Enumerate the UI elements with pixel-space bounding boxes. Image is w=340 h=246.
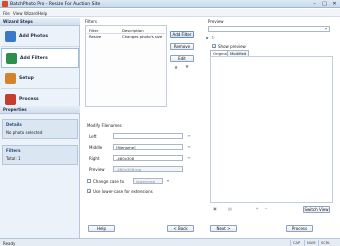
right-input[interactable]: -480x308 <box>113 155 183 161</box>
chevron-down-icon[interactable]: ▾ <box>324 26 328 31</box>
left-label: Left <box>89 134 97 139</box>
preview-image-area[interactable] <box>210 56 333 203</box>
modify-filenames-label: Modify Filenames <box>87 123 122 128</box>
middle-input[interactable]: [filename] <box>113 144 183 150</box>
status-text: Ready <box>3 240 16 246</box>
next-button[interactable]: Next > <box>210 225 237 232</box>
preview-path-input[interactable] <box>208 26 330 32</box>
menu-help[interactable]: Help <box>38 11 47 16</box>
refresh-icon[interactable]: ↻ <box>211 36 215 40</box>
right-label: Right <box>89 156 100 161</box>
change-case-label: Change case to <box>93 179 125 184</box>
row-filter-name[interactable]: Resize <box>89 34 101 39</box>
setup-icon <box>5 73 16 84</box>
preview-label: Preview <box>208 19 224 24</box>
remove-filter-button[interactable]: Remove <box>170 43 194 50</box>
process-icon <box>5 94 16 105</box>
step-label: Add Photos <box>19 34 49 39</box>
step-add-filters[interactable]: Add Filters <box>1 48 79 68</box>
middle-label: Middle <box>89 145 103 150</box>
change-case-select[interactable]: lowercase <box>133 178 163 184</box>
show-preview-checkbox[interactable]: ✓ <box>212 44 216 49</box>
view-options-icon[interactable]: ▪ <box>205 36 209 40</box>
filters-total: Total: 1 <box>6 156 21 161</box>
show-preview-label: Show preview <box>218 44 246 49</box>
status-bar: Ready CAP NUM SCRL <box>0 238 340 246</box>
preview-filename-label: Preview <box>89 167 105 172</box>
app-logo-icon <box>2 1 8 7</box>
status-caps: CAP <box>290 240 302 246</box>
step-setup[interactable]: Setup <box>1 69 79 89</box>
status-num: NUM <box>304 240 317 246</box>
chevron-down-icon[interactable]: ▾ <box>166 179 170 183</box>
back-button[interactable]: < Back <box>167 225 194 232</box>
status-scroll: SCRL <box>318 240 332 246</box>
filters-label: Filters <box>85 19 97 24</box>
menu-view[interactable]: View <box>13 11 23 16</box>
close-button[interactable]: ✕ <box>330 1 339 7</box>
menu-wizard[interactable]: Wizard <box>24 11 38 16</box>
insert-tag-icon[interactable]: ≡ <box>187 156 191 160</box>
change-case-checkbox[interactable] <box>87 179 91 183</box>
lower-case-ext-label: Use lower-case for extensions <box>93 189 153 194</box>
fit-icon[interactable]: ▣ <box>213 207 217 211</box>
wizard-steps-header: Wizard Steps <box>0 18 80 26</box>
step-label: Setup <box>19 76 34 81</box>
maximize-button[interactable]: □ <box>320 1 329 7</box>
insert-tag-icon[interactable]: ≡ <box>187 134 191 138</box>
filters-box: Filters Total: 1 <box>2 145 78 165</box>
help-button[interactable]: Help <box>88 225 115 232</box>
edit-filter-button[interactable]: Edit <box>170 55 194 62</box>
step-add-photos[interactable]: Add Photos <box>1 27 79 47</box>
switch-view-button[interactable]: Switch View <box>303 206 330 213</box>
wizard-sidebar: Wizard Steps Add Photos Add Filters Setu… <box>0 18 80 238</box>
insert-tag-icon[interactable]: ≡ <box>187 145 191 149</box>
step-label: Process <box>19 97 39 102</box>
menu-file[interactable]: File <box>3 11 10 16</box>
row-filter-description[interactable]: Changes photo's size <box>122 34 162 39</box>
minimize-button[interactable]: – <box>310 1 319 7</box>
add-filter-button[interactable]: Add Filter <box>170 31 194 38</box>
move-up-icon[interactable]: ▲ <box>174 65 178 69</box>
lower-case-ext-checkbox[interactable]: ✓ <box>87 189 91 194</box>
add-filters-icon <box>6 53 17 64</box>
title-bar: BatchPhoto Pro - Resize For Auction Site… <box>0 0 340 8</box>
move-down-icon[interactable]: ▼ <box>185 65 189 69</box>
add-photos-icon <box>5 31 16 42</box>
zoom-in-icon[interactable]: + <box>255 207 259 211</box>
details-value: No photo selected <box>6 130 43 135</box>
filters-title[interactable]: Filters <box>3 146 77 155</box>
process-button[interactable]: Process <box>286 225 313 232</box>
details-box: Details No photo selected <box>2 119 78 139</box>
menu-bar: File View Wizard Help <box>0 9 340 17</box>
actual-size-icon[interactable]: ▤ <box>228 207 232 211</box>
preview-filename-field: -480x308.jpg <box>113 166 183 172</box>
zoom-out-icon[interactable]: − <box>264 207 268 211</box>
window-title: BatchPhoto Pro - Resize For Auction Site <box>10 1 101 7</box>
properties-header: Properties <box>0 106 80 114</box>
details-title[interactable]: Details <box>3 120 77 129</box>
filters-list[interactable]: Filter Description Resize Changes photo'… <box>85 25 167 107</box>
step-label: Add Filters <box>20 56 48 61</box>
main-area: Filters Filter Description Resize Change… <box>81 18 340 238</box>
left-input[interactable] <box>113 133 183 139</box>
